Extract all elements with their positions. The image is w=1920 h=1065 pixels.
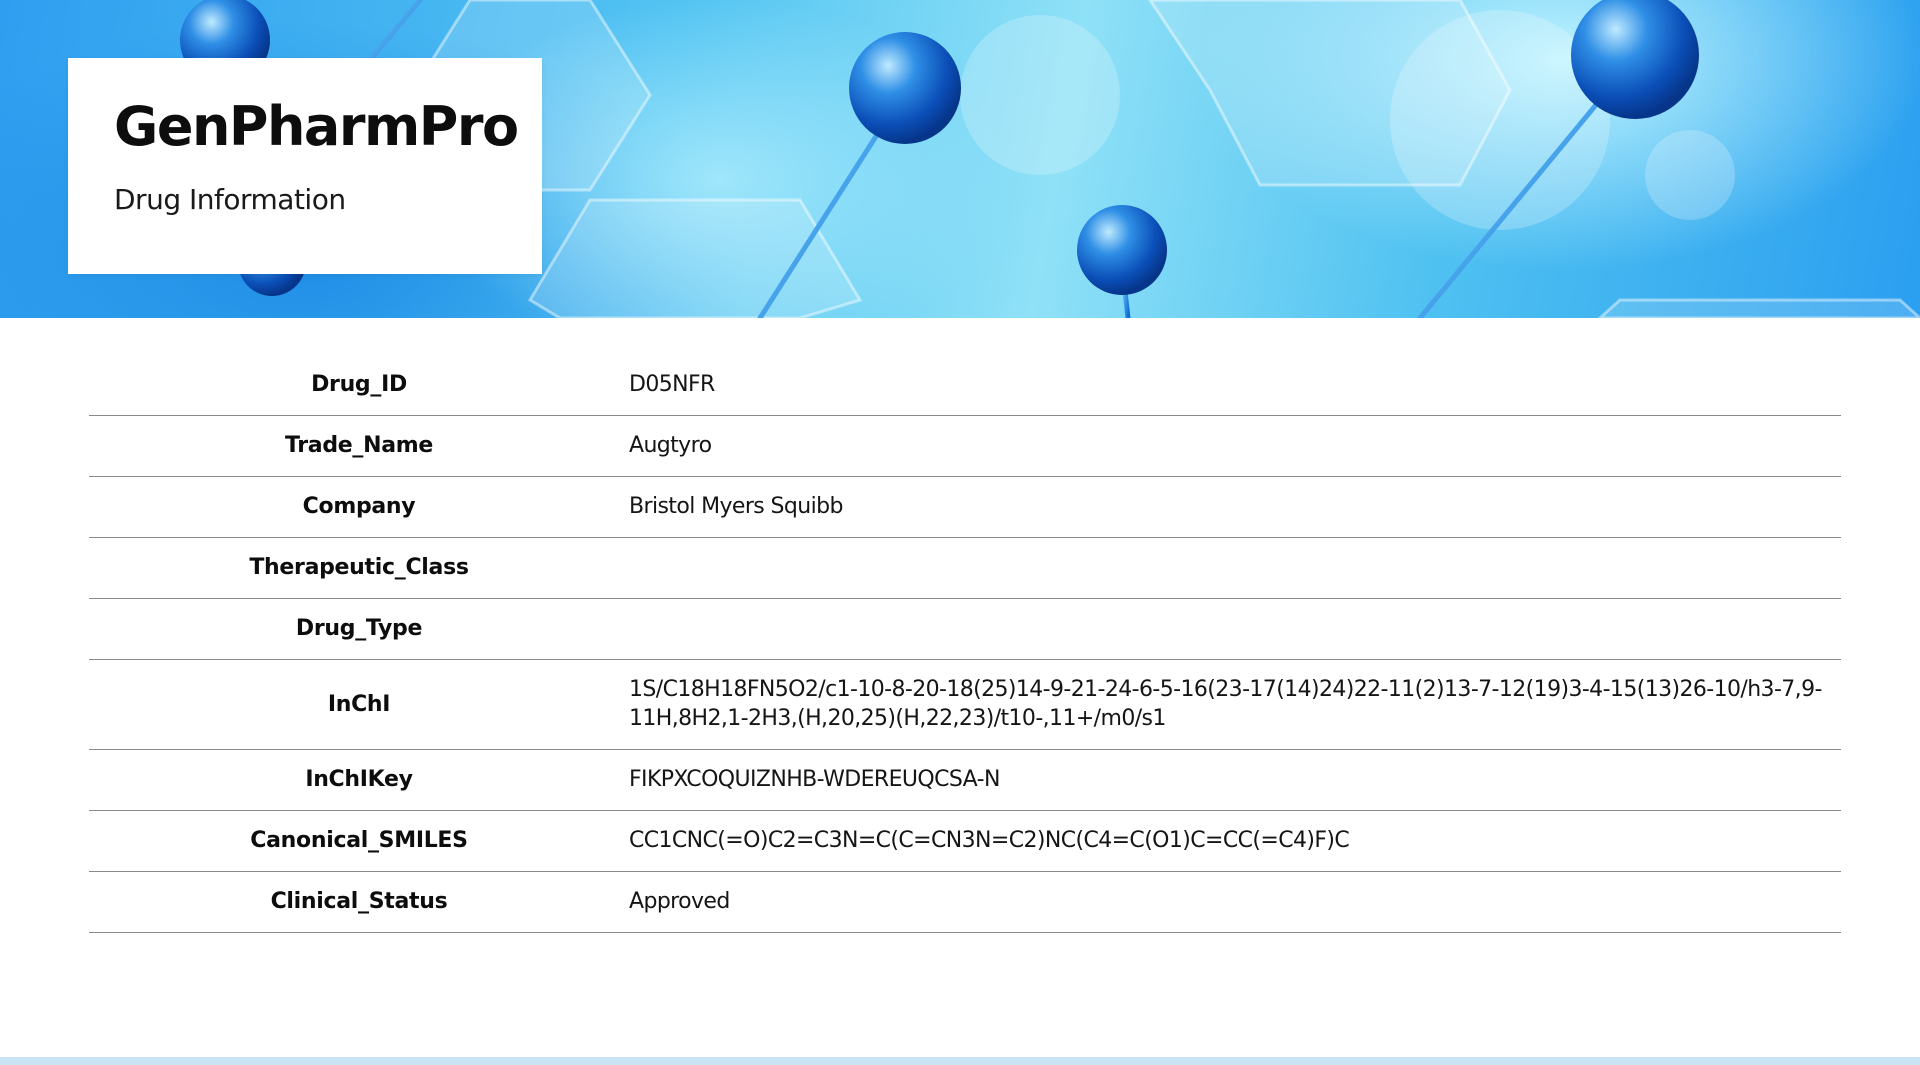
row-value: CC1CNC(=O)C2=C3N=C(C=CN3N=C2)NC(C4=C(O1)… — [629, 810, 1841, 872]
table-row: Drug_Type — [89, 598, 1841, 660]
row-value: Bristol Myers Squibb — [629, 476, 1841, 538]
title-card: GenPharmPro Drug Information — [68, 58, 542, 274]
row-key: Company — [89, 476, 629, 538]
row-value: Approved — [629, 871, 1841, 933]
molecule-ball — [1077, 205, 1167, 295]
molecule-ball — [849, 32, 961, 144]
table-row: Clinical_Status Approved — [89, 871, 1841, 933]
app-subtitle: Drug Information — [114, 183, 346, 216]
row-key: Trade_Name — [89, 415, 629, 477]
row-value: Augtyro — [629, 415, 1841, 477]
table-row: Therapeutic_Class — [89, 537, 1841, 599]
table-row: InChIKey FIKPXCOQUIZNHB-WDEREUQCSA-N — [89, 749, 1841, 811]
footer-strip — [0, 1057, 1920, 1065]
row-key: Therapeutic_Class — [89, 537, 629, 599]
table-row: Company Bristol Myers Squibb — [89, 476, 1841, 538]
row-value — [629, 537, 1841, 599]
table-row: Drug_ID D05NFR — [89, 354, 1841, 416]
row-value: FIKPXCOQUIZNHB-WDEREUQCSA-N — [629, 749, 1841, 811]
row-value: 1S/C18H18FN5O2/c1-10-8-20-18(25)14-9-21-… — [629, 659, 1841, 750]
row-key: Clinical_Status — [89, 871, 629, 933]
row-key: Drug_Type — [89, 598, 629, 660]
row-key: Canonical_SMILES — [89, 810, 629, 872]
app-title: GenPharmPro — [114, 95, 519, 158]
row-key: InChIKey — [89, 749, 629, 811]
row-value: D05NFR — [629, 354, 1841, 416]
table-row: InChI 1S/C18H18FN5O2/c1-10-8-20-18(25)14… — [89, 659, 1841, 750]
hero-banner: GenPharmPro Drug Information — [0, 0, 1920, 318]
drug-info-table: Drug_ID D05NFR Trade_Name Augtyro Compan… — [89, 354, 1841, 933]
table-row: Trade_Name Augtyro — [89, 415, 1841, 477]
row-value — [629, 598, 1841, 660]
table-row: Canonical_SMILES CC1CNC(=O)C2=C3N=C(C=CN… — [89, 810, 1841, 872]
row-key: InChI — [89, 659, 629, 750]
row-key: Drug_ID — [89, 354, 629, 416]
